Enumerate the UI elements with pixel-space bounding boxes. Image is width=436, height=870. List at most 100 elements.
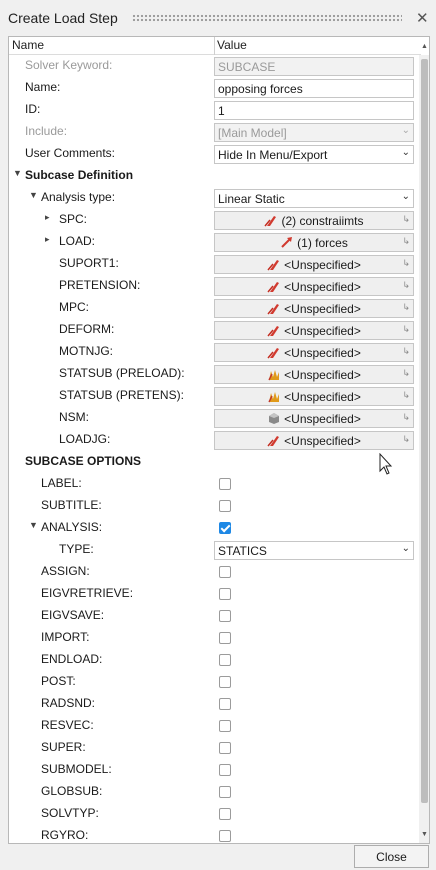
column-header: Name Value xyxy=(9,37,421,55)
drag-grip[interactable] xyxy=(132,14,402,23)
row-type: TYPE: STATICS ⌄ xyxy=(9,539,419,561)
constraint-icon xyxy=(267,282,280,293)
endload-checkbox[interactable] xyxy=(219,654,231,666)
row-globsub: GLOBSUB: xyxy=(9,781,419,803)
nsm-label: NSM: xyxy=(59,410,89,424)
analysis-checkbox[interactable] xyxy=(219,522,231,534)
row-motnjg: MOTNJG: <Unspecified> ↳ xyxy=(9,341,419,363)
radsnd-checkbox[interactable] xyxy=(219,698,231,710)
collapse-arrow-icon[interactable]: ▼ xyxy=(29,520,38,530)
row-subtitle: SUBTITLE: xyxy=(9,495,419,517)
row-radsnd: RADSND: xyxy=(9,693,419,715)
statsub-pretens-selector[interactable]: <Unspecified> ↳ xyxy=(214,387,414,406)
row-eigvretrieve: EIGVRETRIEVE: xyxy=(9,583,419,605)
expand-arrow-icon[interactable]: ▸ xyxy=(45,234,50,245)
subtitle-checkbox[interactable] xyxy=(219,500,231,512)
assign-checkbox[interactable] xyxy=(219,566,231,578)
chevron-down-icon: ⌄ xyxy=(401,147,410,158)
type-dropdown[interactable]: STATICS ⌄ xyxy=(214,541,414,560)
suport1-selector[interactable]: <Unspecified> ↳ xyxy=(214,255,414,274)
column-divider[interactable] xyxy=(214,37,215,55)
deform-selector[interactable]: <Unspecified> ↳ xyxy=(214,321,414,340)
row-name: Name: opposing forces xyxy=(9,77,419,99)
row-pretension: PRETENSION: <Unspecified> ↳ xyxy=(9,275,419,297)
row-rgyro: RGYRO: xyxy=(9,825,419,843)
import-checkbox[interactable] xyxy=(219,632,231,644)
eigvsave-checkbox[interactable] xyxy=(219,610,231,622)
load-selector[interactable]: (1) forces ↳ xyxy=(214,233,414,252)
solver-keyword-field: SUBCASE xyxy=(214,57,414,76)
type-label: TYPE: xyxy=(59,542,94,556)
globsub-checkbox[interactable] xyxy=(219,786,231,798)
user-comments-dropdown[interactable]: Hide In Menu/Export ⌄ xyxy=(214,145,414,164)
row-solver-keyword: Solver Keyword: SUBCASE xyxy=(9,55,419,77)
motnjg-value: <Unspecified> xyxy=(284,346,361,360)
spc-selector[interactable]: (2) constraiimts ↳ xyxy=(214,211,414,230)
resvec-checkbox[interactable] xyxy=(219,720,231,732)
rgyro-checkbox[interactable] xyxy=(219,830,231,842)
deform-label: DEFORM: xyxy=(59,322,115,336)
entity-pointer-icon: ↳ xyxy=(402,280,410,290)
rgyro-label: RGYRO: xyxy=(41,828,89,842)
collapse-arrow-icon[interactable]: ▼ xyxy=(13,168,22,178)
load-value: (1) forces xyxy=(297,236,348,250)
constraint-icon xyxy=(267,304,280,315)
load-step-panel: Name Value Solver Keyword: SUBCASE Name:… xyxy=(8,36,430,844)
mpc-selector[interactable]: <Unspecified> ↳ xyxy=(214,299,414,318)
label-checkbox[interactable] xyxy=(219,478,231,490)
row-statsub-pretens: STATSUB (PRETENS): <Unspecified> ↳ xyxy=(9,385,419,407)
row-subcase-definition[interactable]: ▼ Subcase Definition xyxy=(9,165,419,187)
close-icon[interactable]: ✕ xyxy=(416,9,429,27)
nsm-selector[interactable]: <Unspecified> ↳ xyxy=(214,409,414,428)
loadjg-label: LOADJG: xyxy=(59,432,111,446)
row-post: POST: xyxy=(9,671,419,693)
row-load: ▸ LOAD: (1) forces ↳ xyxy=(9,231,419,253)
row-super: SUPER: xyxy=(9,737,419,759)
statsub-icon xyxy=(268,392,280,403)
row-analysis: ▼ ANALYSIS: xyxy=(9,517,419,539)
window-title: Create Load Step xyxy=(8,10,118,26)
subcase-options-heading: SUBCASE OPTIONS xyxy=(25,454,142,468)
expand-arrow-icon[interactable]: ▸ xyxy=(45,212,50,223)
eigvsave-label: EIGVSAVE: xyxy=(41,608,105,622)
scroll-up-icon[interactable]: ▲ xyxy=(421,43,428,50)
title-bar[interactable]: Create Load Step ✕ xyxy=(0,0,436,36)
statsub-preload-label: STATSUB (PRELOAD): xyxy=(59,366,185,380)
loadjg-selector[interactable]: <Unspecified> ↳ xyxy=(214,431,414,450)
name-field[interactable]: opposing forces xyxy=(214,79,414,98)
entity-pointer-icon: ↳ xyxy=(402,258,410,268)
super-checkbox[interactable] xyxy=(219,742,231,754)
scroll-down-icon[interactable]: ▼ xyxy=(421,831,428,838)
constraint-icon xyxy=(267,326,280,337)
nsm-icon xyxy=(269,413,280,424)
entity-pointer-icon: ↳ xyxy=(402,324,410,334)
eigvretrieve-checkbox[interactable] xyxy=(219,588,231,600)
post-checkbox[interactable] xyxy=(219,676,231,688)
entity-pointer-icon: ↳ xyxy=(402,236,410,246)
row-loadjg: LOADJG: <Unspecified> ↳ xyxy=(9,429,419,451)
row-subcase-options: SUBCASE OPTIONS xyxy=(9,451,419,473)
suport1-value: <Unspecified> xyxy=(284,258,361,272)
analysis-type-dropdown[interactable]: Linear Static ⌄ xyxy=(214,189,414,208)
motnjg-selector[interactable]: <Unspecified> ↳ xyxy=(214,343,414,362)
row-suport1: SUPORT1: <Unspecified> ↳ xyxy=(9,253,419,275)
row-label: LABEL: xyxy=(9,473,419,495)
solvtyp-checkbox[interactable] xyxy=(219,808,231,820)
chevron-down-icon: ⌄ xyxy=(401,125,410,136)
mpc-value: <Unspecified> xyxy=(284,302,361,316)
row-analysis-type: ▼ Analysis type: Linear Static ⌄ xyxy=(9,187,419,209)
row-spc: ▸ SPC: (2) constraiimts ↳ xyxy=(9,209,419,231)
pretension-selector[interactable]: <Unspecified> ↳ xyxy=(214,277,414,296)
row-solvtyp: SOLVTYP: xyxy=(9,803,419,825)
post-label: POST: xyxy=(41,674,76,688)
analysis-type-label: Analysis type: xyxy=(41,190,116,204)
submodel-checkbox[interactable] xyxy=(219,764,231,776)
collapse-arrow-icon[interactable]: ▼ xyxy=(29,190,38,200)
constraint-icon xyxy=(264,216,277,227)
statsub-preload-selector[interactable]: <Unspecified> ↳ xyxy=(214,365,414,384)
close-button[interactable]: Close xyxy=(354,845,429,868)
vertical-scrollbar[interactable]: ▲ ▼ xyxy=(419,43,429,843)
row-endload: ENDLOAD: xyxy=(9,649,419,671)
id-field[interactable]: 1 xyxy=(214,101,414,120)
scrollbar-thumb[interactable] xyxy=(421,59,428,803)
